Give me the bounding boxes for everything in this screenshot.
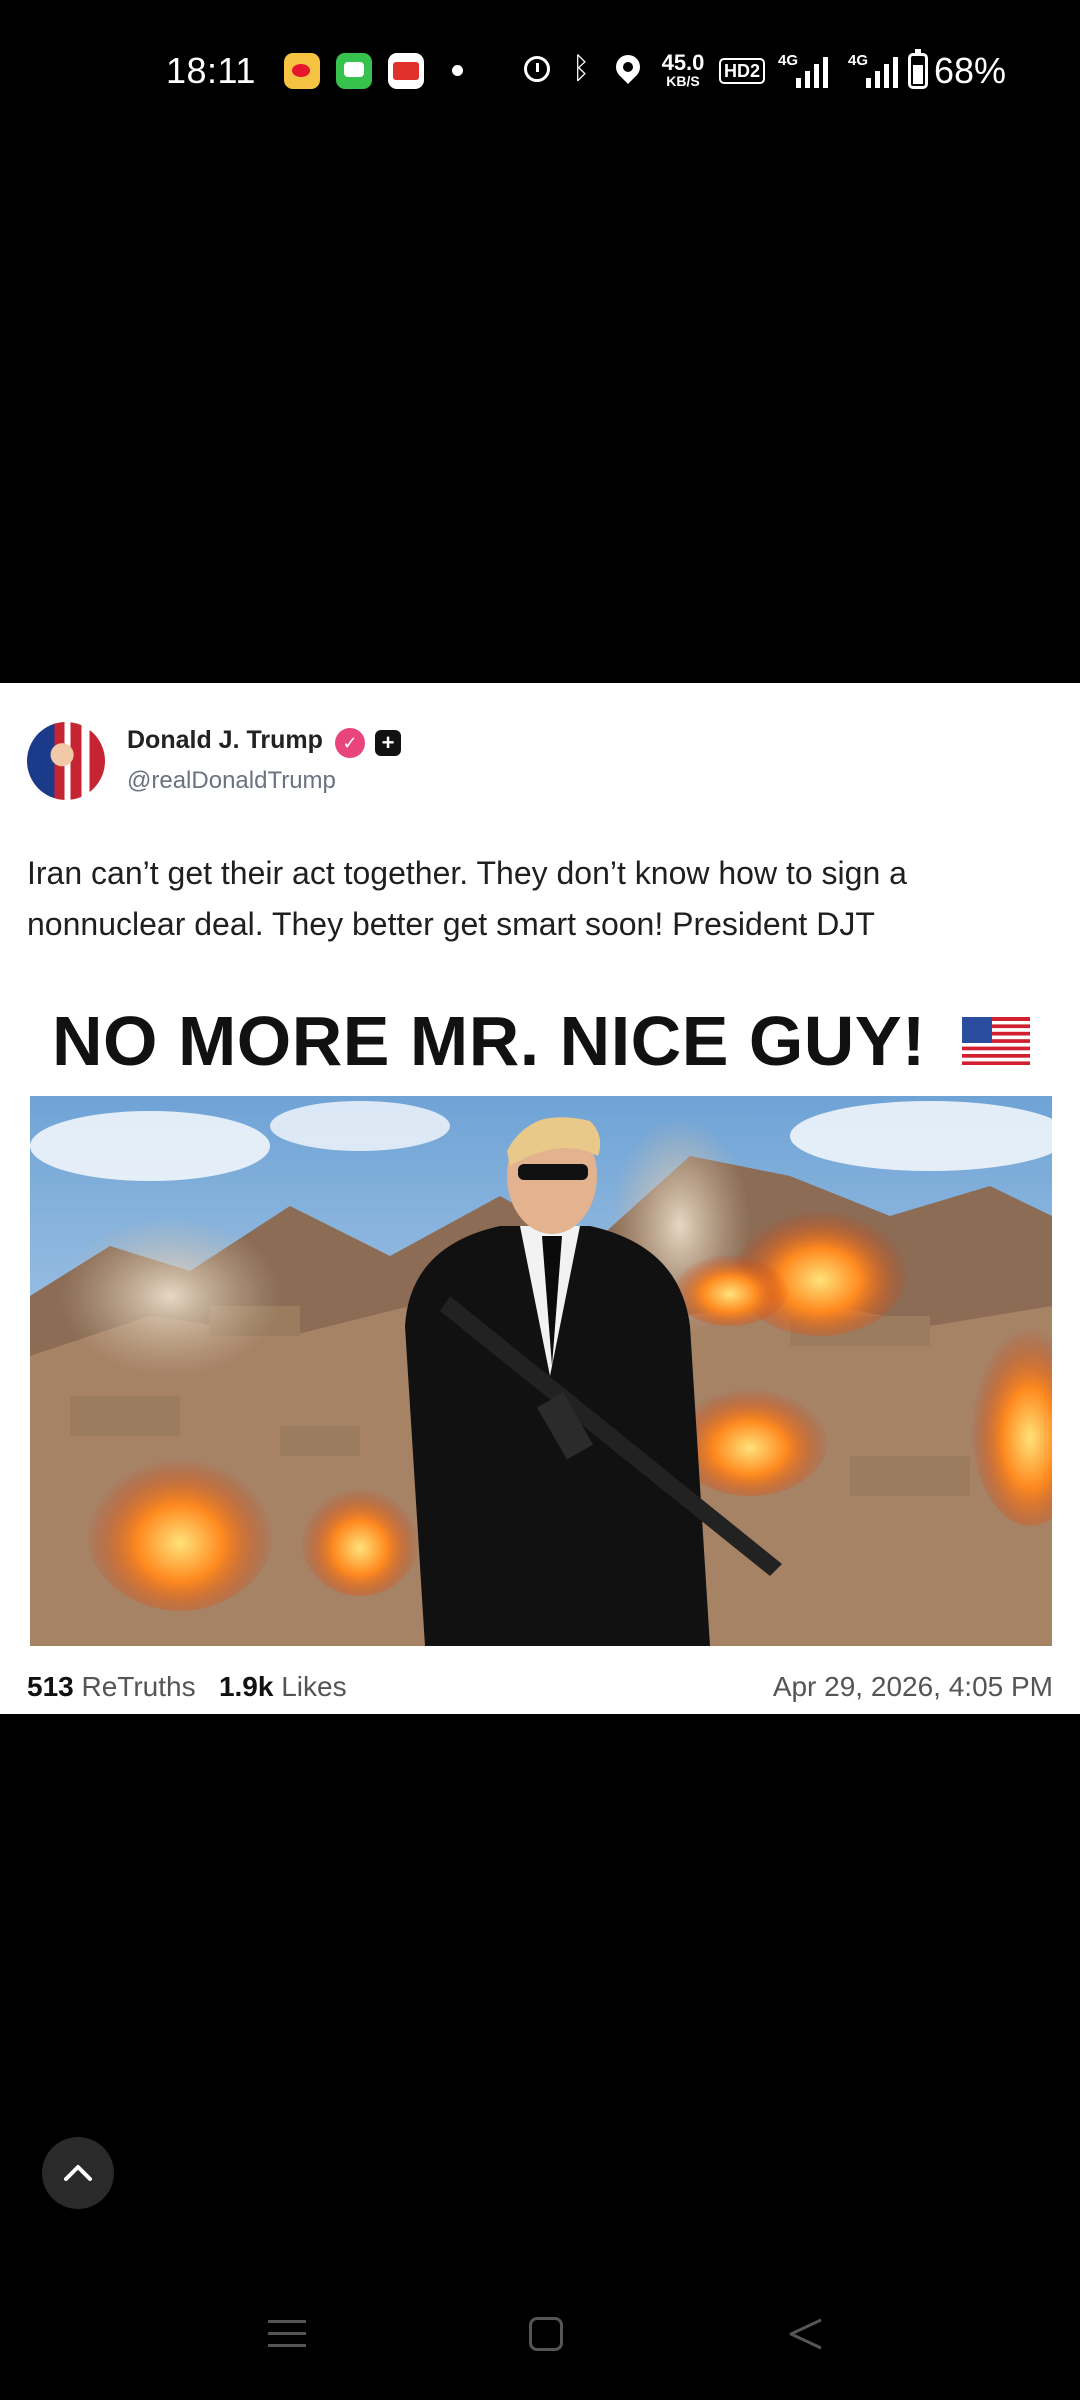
bluetooth-icon: ᛒ: [572, 52, 590, 85]
retruths-label[interactable]: ReTruths: [82, 1671, 196, 1702]
verified-badge-icon: ✓: [335, 728, 365, 758]
us-flag-icon: [962, 1017, 1030, 1065]
scroll-to-top-button[interactable]: [42, 2137, 114, 2209]
back-button[interactable]: [785, 2316, 825, 2352]
likes-count[interactable]: 1.9k: [219, 1671, 274, 1702]
post-image-illustration: [30, 1096, 1052, 1646]
plus-badge-icon: +: [375, 730, 401, 756]
avatar[interactable]: [27, 722, 105, 800]
image-headline: NO MORE MR. NICE GUY!: [52, 1002, 926, 1080]
battery-icon: [908, 49, 928, 89]
signal-type-label: 4G: [778, 52, 799, 69]
notification-dot-icon: [452, 65, 463, 76]
author-handle[interactable]: @realDonaldTrump: [127, 767, 336, 795]
network-speed: 45.0 KB/S: [656, 50, 710, 89]
network-speed-value: 45.0: [661, 50, 705, 75]
recent-apps-button[interactable]: [268, 2318, 306, 2350]
alarm-icon: [524, 56, 550, 82]
retruths-count[interactable]: 513: [27, 1671, 74, 1702]
status-bar: 18:11 ᛒ 45.0 KB/S HD2 4G 4G 68%: [0, 0, 1080, 145]
post-card[interactable]: Donald J. Trump ✓ + @realDonaldTrump Ira…: [0, 683, 1080, 1714]
signal-icon: 4G: [778, 52, 830, 88]
status-time: 18:11: [166, 50, 256, 91]
weibo-icon: [284, 53, 320, 89]
author-name[interactable]: Donald J. Trump: [127, 726, 323, 755]
network-speed-unit: KB/S: [666, 73, 700, 89]
battery-percentage: 68%: [934, 50, 1007, 91]
post-timestamp[interactable]: Apr 29, 2026, 4:05 PM: [773, 1671, 1053, 1703]
hd-voice-badge: HD2: [719, 58, 766, 84]
home-button[interactable]: [529, 2317, 563, 2351]
chevron-up-icon: [64, 2165, 92, 2181]
location-icon: [611, 50, 645, 84]
post-text: Iran can’t get their act together. They …: [27, 855, 907, 942]
likes-label[interactable]: Likes: [281, 1671, 346, 1702]
post-image[interactable]: [30, 1096, 1052, 1646]
signal-type-label: 4G: [848, 52, 869, 69]
signal-icon: 4G: [848, 52, 900, 88]
toutiao-icon: [388, 53, 424, 89]
messages-icon: [336, 53, 372, 89]
screen: 18:11 ᛒ 45.0 KB/S HD2 4G 4G 68% Donald J…: [0, 0, 1080, 2400]
post-stats: 513 ReTruths 1.9k Likes: [27, 1671, 347, 1703]
